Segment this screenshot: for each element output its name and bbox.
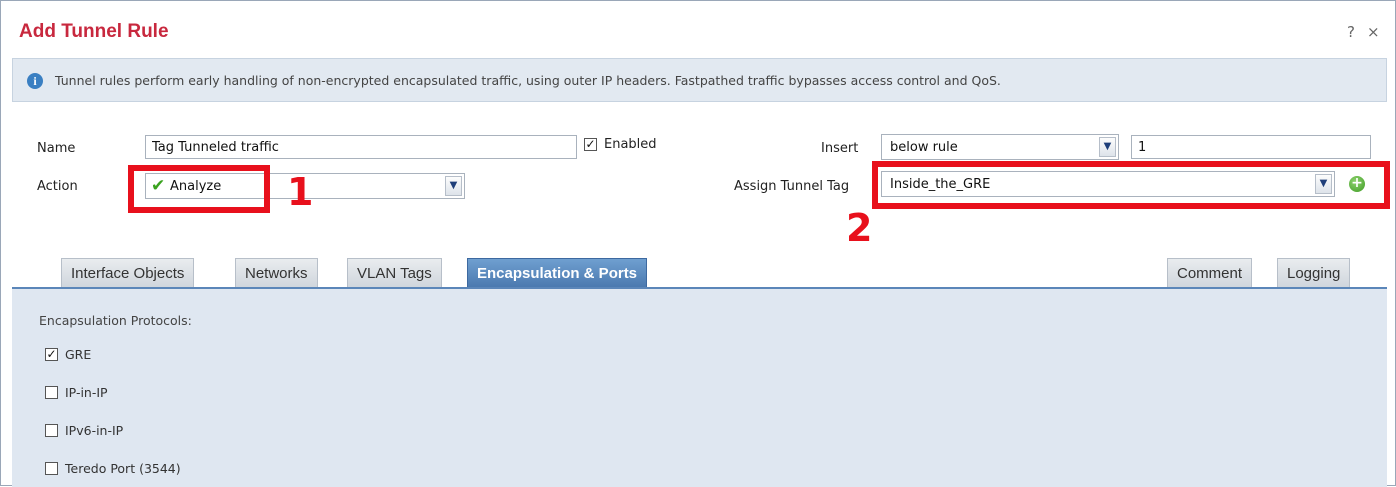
gre-checkbox[interactable]: ✓ — [45, 348, 58, 361]
encapsulation-panel — [12, 289, 1387, 487]
ipv6-in-ip-label: IPv6-in-IP — [65, 423, 124, 438]
help-icon[interactable]: ? — [1347, 23, 1355, 41]
tab-vlan-tags[interactable]: VLAN Tags — [347, 258, 442, 288]
annotation-marker-1: 1 — [287, 170, 314, 214]
insert-select[interactable]: below rule ▼ — [881, 134, 1119, 160]
assign-tunnel-tag-label: Assign Tunnel Tag — [734, 179, 850, 194]
encapsulation-protocols-label: Encapsulation Protocols: — [39, 313, 192, 328]
teredo-port-checkbox[interactable] — [45, 462, 58, 475]
tab-interface-objects[interactable]: Interface Objects — [61, 258, 195, 288]
chevron-down-icon[interactable]: ▼ — [1099, 137, 1116, 157]
info-banner: i Tunnel rules perform early handling of… — [12, 58, 1387, 102]
tab-networks[interactable]: Networks — [235, 258, 318, 288]
tab-encapsulation-ports[interactable]: Encapsulation & Ports — [467, 258, 648, 288]
tab-logging[interactable]: Logging — [1277, 258, 1351, 288]
info-icon: i — [27, 73, 43, 89]
insert-number-input[interactable] — [1131, 135, 1371, 159]
dialog-title: Add Tunnel Rule — [19, 21, 169, 42]
enabled-label: Enabled — [604, 137, 657, 152]
chevron-down-icon[interactable]: ▼ — [445, 176, 462, 196]
info-text: Tunnel rules perform early handling of n… — [55, 73, 1001, 88]
enabled-checkbox[interactable]: ✓ — [584, 138, 597, 151]
tab-comment[interactable]: Comment — [1167, 258, 1253, 288]
add-tunnel-rule-dialog: Add Tunnel Rule ? × i Tunnel rules perfo… — [0, 0, 1396, 487]
teredo-port-label: Teredo Port (3544) — [65, 461, 181, 476]
annotation-marker-2: 2 — [846, 206, 873, 250]
insert-label: Insert — [821, 141, 859, 156]
name-input[interactable] — [145, 135, 577, 159]
close-icon[interactable]: × — [1367, 23, 1380, 41]
action-label: Action — [37, 179, 78, 194]
annotation-box-1 — [128, 165, 270, 213]
ip-in-ip-label: IP-in-IP — [65, 385, 108, 400]
ip-in-ip-checkbox[interactable] — [45, 386, 58, 399]
annotation-box-2 — [872, 161, 1390, 209]
insert-select-value: below rule — [890, 140, 958, 155]
dialog-title-bar: Add Tunnel Rule ? × — [1, 1, 1395, 59]
gre-label: GRE — [65, 347, 92, 362]
ipv6-in-ip-checkbox[interactable] — [45, 424, 58, 437]
name-label: Name — [37, 141, 76, 156]
